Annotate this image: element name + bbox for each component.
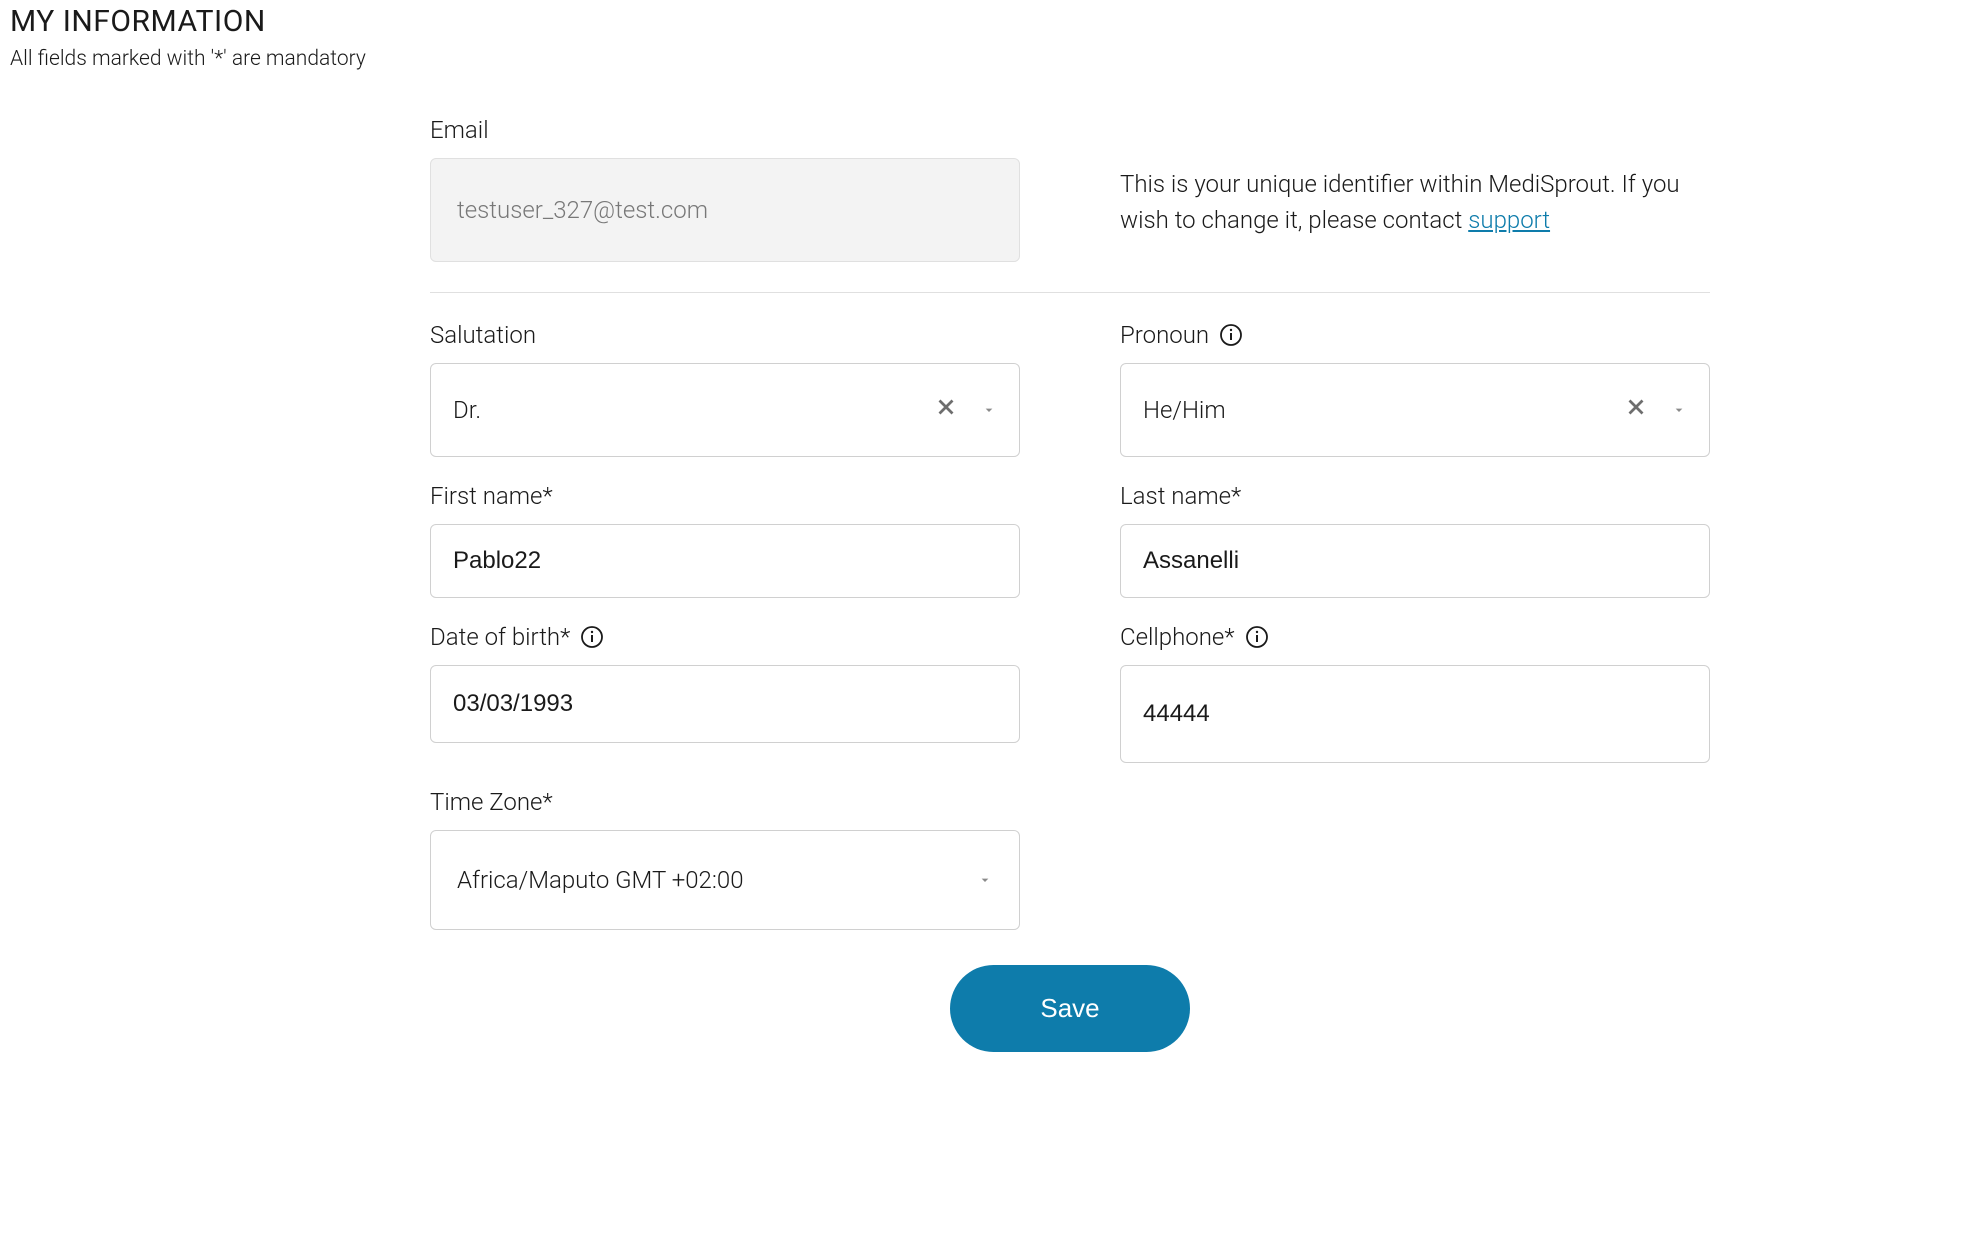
pronoun-select[interactable]: He/Him [1120,363,1710,457]
pronoun-label: Pronoun [1120,321,1710,349]
cellphone-label: Cellphone* [1120,623,1710,651]
cellphone-label-text: Cellphone* [1120,623,1235,651]
salutation-select[interactable]: Dr. [430,363,1020,457]
last-name-field[interactable] [1120,524,1710,598]
timezone-label: Time Zone* [430,788,1020,816]
timezone-value: Africa/Maputo GMT +02:00 [457,866,744,894]
email-label: Email [430,116,1020,144]
dob-field[interactable] [430,665,1020,743]
dob-label: Date of birth* [430,623,1020,651]
page-title: MY INFORMATION [10,4,1968,39]
chevron-down-icon[interactable] [981,396,997,424]
chevron-down-icon[interactable] [977,866,993,894]
first-name-label: First name* [430,482,1020,510]
email-help-text: This is your unique identifier within Me… [1120,166,1710,239]
clear-pronoun-icon[interactable] [1623,394,1649,426]
info-icon[interactable] [1219,323,1243,347]
section-divider [430,292,1710,293]
info-icon[interactable] [1245,625,1269,649]
pronoun-label-text: Pronoun [1120,321,1209,349]
email-field: testuser_327@test.com [430,158,1020,262]
cellphone-field[interactable] [1120,665,1710,763]
salutation-value: Dr. [453,396,481,424]
timezone-select[interactable]: Africa/Maputo GMT +02:00 [430,830,1020,930]
last-name-label: Last name* [1120,482,1710,510]
dob-label-text: Date of birth* [430,623,570,651]
salutation-label: Salutation [430,321,1020,349]
chevron-down-icon[interactable] [1671,396,1687,424]
info-icon[interactable] [580,625,604,649]
first-name-field[interactable] [430,524,1020,598]
save-button[interactable]: Save [950,965,1189,1052]
email-help-text-prefix: This is your unique identifier within Me… [1120,170,1680,234]
support-link[interactable]: support [1468,206,1550,234]
mandatory-fields-note: All fields marked with '*' are mandatory [10,47,1968,71]
clear-salutation-icon[interactable] [933,394,959,426]
pronoun-value: He/Him [1143,396,1226,424]
